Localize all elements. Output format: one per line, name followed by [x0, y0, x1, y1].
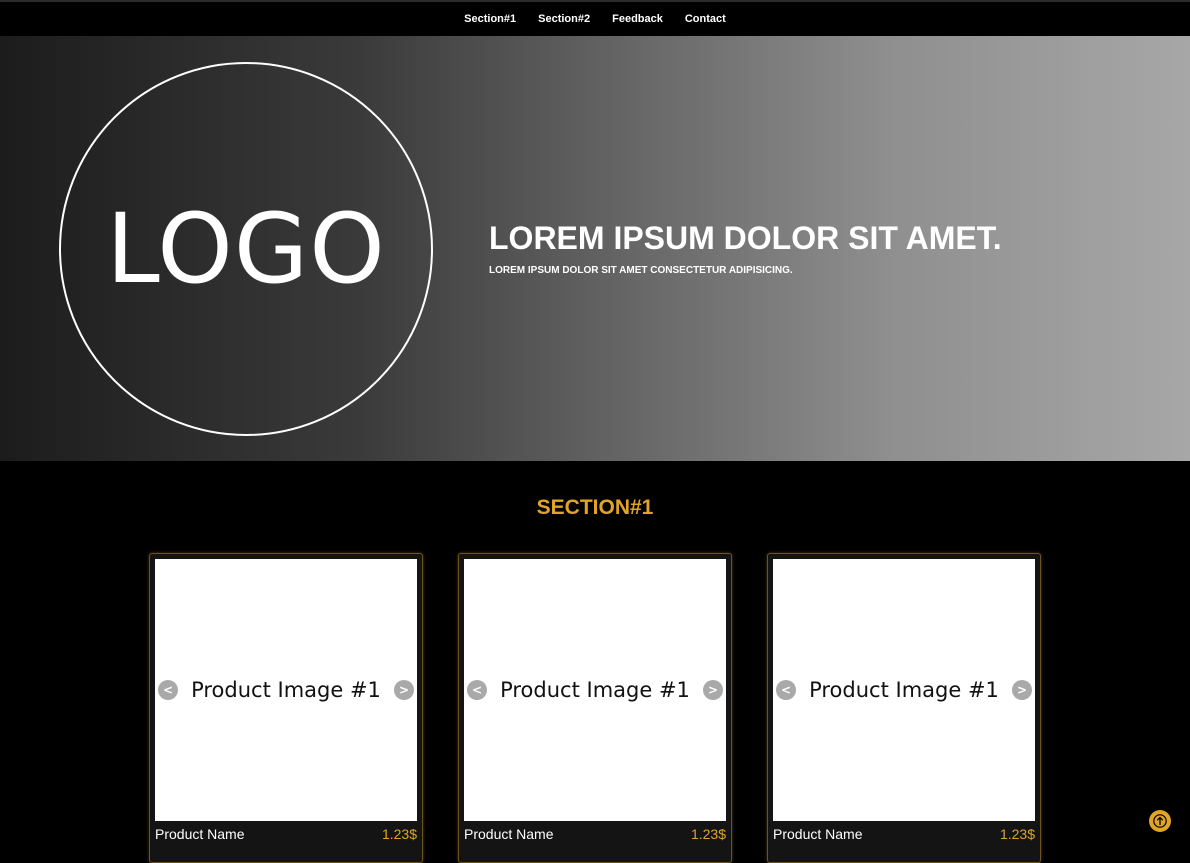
scroll-to-top-button[interactable]: [1149, 810, 1171, 832]
top-navbar: Section#1 Section#2 Feedback Contact: [0, 0, 1190, 36]
product-image-label: Product Image #1: [500, 678, 690, 702]
product-name: Product Name: [464, 826, 554, 842]
product-price: 1.23$: [381, 826, 417, 842]
next-image-button[interactable]: >: [394, 680, 414, 700]
product-name: Product Name: [155, 826, 245, 842]
product-name: Product Name: [773, 826, 863, 842]
main-nav: Section#1 Section#2 Feedback Contact: [0, 13, 1190, 25]
nav-link-contact[interactable]: Contact: [685, 13, 726, 25]
product-image: Product Image #1 < >: [773, 559, 1035, 821]
hero-subtitle: LOREM IPSUM DOLOR SIT AMET CONSECTETUR A…: [489, 265, 793, 276]
product-card[interactable]: Product Image #1 < > Product Name 1.23$: [149, 553, 423, 863]
product-image: Product Image #1 < >: [464, 559, 726, 821]
next-image-button[interactable]: >: [703, 680, 723, 700]
hero-banner: LOGO LOREM IPSUM DOLOR SIT AMET. LOREM I…: [0, 36, 1190, 461]
product-price: 1.23$: [690, 826, 726, 842]
product-price: 1.23$: [999, 826, 1035, 842]
section-1: SECTION#1 Product Image #1 < > Product N…: [0, 461, 1190, 863]
nav-link-section2[interactable]: Section#2: [538, 13, 590, 25]
product-image-label: Product Image #1: [191, 678, 381, 702]
logo-text: LOGO: [106, 193, 386, 305]
nav-link-feedback[interactable]: Feedback: [612, 13, 663, 25]
product-image: Product Image #1 < >: [155, 559, 417, 821]
prev-image-button[interactable]: <: [467, 680, 487, 700]
product-image-label: Product Image #1: [809, 678, 999, 702]
section-title: SECTION#1: [536, 496, 654, 519]
prev-image-button[interactable]: <: [776, 680, 796, 700]
next-image-button[interactable]: >: [1012, 680, 1032, 700]
arrow-up-icon: [1153, 814, 1167, 828]
hero-title: LOREM IPSUM DOLOR SIT AMET.: [489, 220, 1002, 256]
logo-circle: LOGO: [59, 62, 433, 436]
prev-image-button[interactable]: <: [158, 680, 178, 700]
nav-link-section1[interactable]: Section#1: [464, 13, 516, 25]
product-card[interactable]: Product Image #1 < > Product Name 1.23$: [458, 553, 732, 863]
product-card[interactable]: Product Image #1 < > Product Name 1.23$: [767, 553, 1041, 863]
